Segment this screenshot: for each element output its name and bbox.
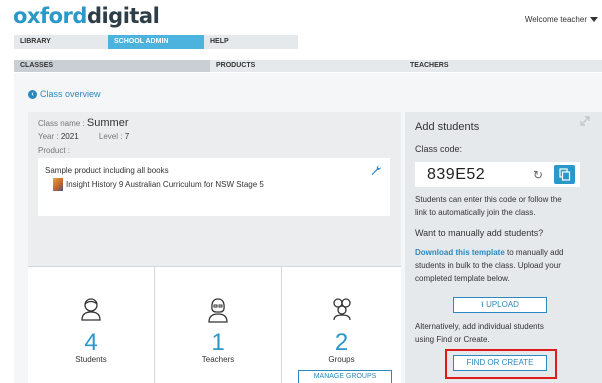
students-label: Students	[75, 355, 107, 364]
class-name-label: Class name :	[38, 119, 85, 128]
user-menu[interactable]: Welcome teacher	[525, 15, 598, 24]
year-level-row: Year : 2021 Level : 7	[38, 132, 129, 141]
find-or-create-button[interactable]: FIND OR CREATE	[453, 355, 547, 371]
book-cover-icon	[53, 178, 63, 191]
level-value: 7	[124, 132, 130, 141]
top-nav: LIBRARY SCHOOL ADMIN HELP	[14, 35, 298, 49]
copy-code-button[interactable]	[554, 165, 575, 184]
product-book: Insight History 9 Australian Curriculum …	[53, 178, 264, 191]
template-text-line-3: completed template below.	[415, 274, 510, 283]
class-name-row: Class name : Summer	[38, 117, 128, 129]
tab-library[interactable]: LIBRARY	[14, 35, 108, 49]
refresh-icon[interactable]: ↻	[533, 168, 543, 182]
students-stat[interactable]: 4 Students	[28, 267, 155, 383]
template-text-line-1: Download this template to manually add	[415, 247, 564, 259]
code-help-line-2: link to automatically join the class.	[415, 208, 536, 217]
add-students-card: Add students Class code: 839E52 ↻ Studen…	[405, 112, 602, 383]
year-value: 2021	[60, 132, 79, 141]
expand-icon[interactable]	[580, 116, 590, 126]
book-title: Insight History 9 Australian Curriculum …	[66, 180, 264, 189]
template-text-1: to manually add	[504, 248, 564, 257]
class-code-label: Class code:	[415, 144, 463, 154]
groups-stat[interactable]: 2 Groups	[282, 267, 401, 383]
teachers-count: 1	[211, 329, 225, 356]
add-students-title: Add students	[415, 121, 480, 133]
code-help-line-1: Students can enter this code or follow t…	[415, 195, 562, 204]
chevron-left-icon: ‹	[28, 89, 37, 99]
welcome-text: Welcome teacher	[524, 15, 587, 24]
alt-text-line-1: Alternatively, add individual students	[415, 322, 544, 331]
logo-digital: digital	[86, 4, 160, 28]
teacher-icon	[208, 298, 228, 323]
groups-count: 2	[334, 329, 349, 356]
class-code-box: 839E52 ↻	[415, 162, 580, 187]
tab-help[interactable]: HELP	[204, 35, 298, 49]
alt-text-line-2: using Find or Create.	[415, 335, 490, 344]
oxford-digital-logo[interactable]: oxforddigital	[13, 4, 160, 28]
product-box: Sample product including all books Insig…	[38, 158, 390, 216]
groups-icon	[332, 298, 351, 321]
manage-groups-button[interactable]: MANAGE GROUPS	[298, 370, 392, 383]
students-count: 4	[84, 329, 98, 356]
caret-down-icon	[590, 17, 598, 22]
wrench-icon[interactable]	[370, 164, 382, 176]
tab-classes[interactable]: CLASSES	[14, 60, 210, 72]
manual-add-heading: Want to manually add students?	[415, 228, 544, 238]
class-overview-link[interactable]: ‹ Class overview	[28, 89, 101, 99]
sub-nav: CLASSES PRODUCTS TEACHERS	[0, 49, 602, 72]
product-label: Product :	[38, 146, 71, 155]
template-text-line-2: students in bulk to the class. Upload yo…	[415, 261, 561, 270]
student-icon	[81, 298, 101, 321]
upload-button[interactable]: ⭱ UPLOAD	[453, 297, 547, 313]
download-template-link[interactable]: Download this template	[415, 248, 505, 257]
copy-icon	[559, 168, 571, 181]
teachers-label: Teachers	[201, 355, 235, 364]
level-label: Level :	[98, 132, 123, 141]
class-name-value: Summer	[86, 117, 129, 129]
tab-products[interactable]: PRODUCTS	[216, 60, 396, 72]
groups-label: Groups	[328, 355, 355, 364]
upload-icon: ⭱	[481, 300, 484, 309]
class-overview-label: Class overview	[40, 89, 101, 99]
product-heading: Sample product including all books	[45, 166, 169, 175]
class-stats: 4 Students 1 Teachers 2 Groups	[28, 266, 401, 383]
logo-oxford: oxford	[13, 4, 87, 28]
class-code-value: 839E52	[427, 166, 486, 183]
tab-teachers[interactable]: TEACHERS	[410, 60, 590, 72]
upload-label: UPLOAD	[486, 300, 519, 309]
tab-school-admin[interactable]: SCHOOL ADMIN	[108, 35, 204, 49]
teachers-stat[interactable]: 1 Teachers	[155, 267, 282, 383]
year-label: Year :	[38, 132, 59, 141]
